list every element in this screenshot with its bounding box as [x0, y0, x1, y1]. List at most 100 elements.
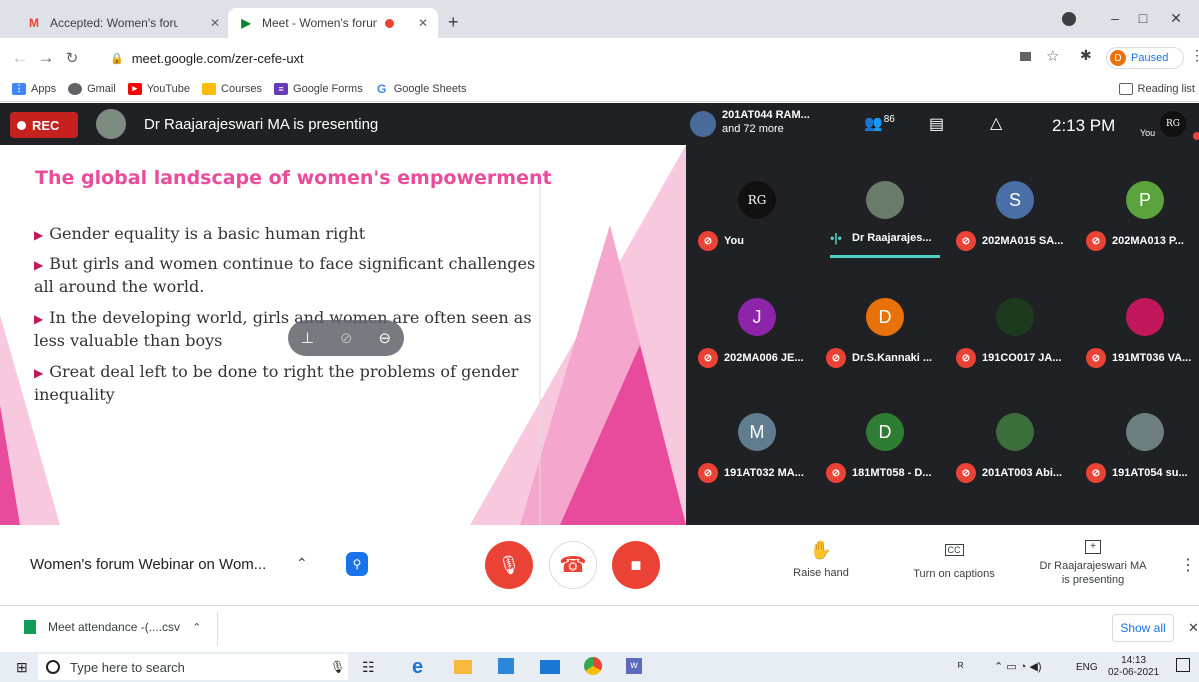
mic-off-icon: ⊘ — [956, 463, 976, 483]
bookmark-star-icon[interactable]: ☆ — [1046, 47, 1059, 65]
chat-icon[interactable]: ▤ — [929, 114, 944, 134]
participant-tile[interactable]: P ⊘ 202MA013 P... — [1080, 173, 1199, 283]
mail-icon[interactable] — [540, 660, 560, 674]
store-icon[interactable] — [498, 658, 514, 674]
participant-label: ⊘ 191CO017 JA... — [956, 348, 1062, 368]
app-icon[interactable]: w — [626, 658, 642, 674]
pin-icon[interactable]: ⊥ — [301, 329, 314, 347]
people-button[interactable]: 👥 86 — [864, 114, 895, 132]
participant-tile[interactable]: •|• Dr Raajarajes... — [820, 173, 948, 283]
bookmark-apps[interactable]: ⋮ Apps — [12, 82, 56, 95]
more-options-icon[interactable]: ⋮ — [1180, 555, 1196, 575]
edge-icon[interactable]: e — [412, 656, 423, 679]
bookmark-gmail[interactable]: Gmail — [68, 82, 116, 95]
mic-off-icon: ⊘ — [1086, 463, 1106, 483]
file-explorer-icon[interactable] — [454, 660, 472, 674]
avatar — [996, 298, 1034, 336]
participant-name: 191AT054 su... — [1112, 467, 1188, 479]
participant-tile[interactable]: D ⊘ 181MT058 - D... — [820, 405, 948, 515]
microphone-icon[interactable]: 🎙 — [330, 660, 345, 674]
tab-gmail[interactable]: M Accepted: Women's forum Webi ✕ — [16, 8, 230, 38]
mute-icon[interactable]: ⊘ — [340, 329, 353, 347]
reload-icon[interactable]: ↻ — [60, 46, 84, 70]
recording-dot-icon — [385, 18, 394, 28]
shield-icon[interactable]: ⚲ — [346, 552, 368, 576]
participant-tile[interactable]: RG ⊘ You — [692, 173, 820, 283]
avatar — [996, 413, 1034, 451]
address-bar[interactable]: 🔒 meet.google.com/zer-cefe-uxt — [110, 44, 1090, 72]
participant-tile[interactable]: ⊘ 191MT036 VA... — [1080, 290, 1199, 400]
presenting-button[interactable]: + Dr Raajarajeswari MA is presenting — [1028, 536, 1158, 586]
participant-tile[interactable]: S ⊘ 202MA015 SA... — [950, 173, 1078, 283]
url-text: meet.google.com/zer-cefe-uxt — [131, 50, 304, 66]
slide-title: The global landscape of women's empowerm… — [35, 167, 552, 189]
language-indicator[interactable]: ENG — [1076, 662, 1098, 673]
extensions-icon[interactable]: ✱ — [1080, 47, 1092, 64]
chrome-icon[interactable] — [584, 657, 602, 675]
camera-icon[interactable] — [1020, 52, 1031, 61]
notifications-icon[interactable] — [1176, 658, 1190, 672]
mic-off-icon: ⊘ — [698, 231, 718, 251]
taskbar-search-box[interactable]: Type here to search — [38, 654, 348, 680]
participant-name: 202MA006 JE... — [724, 352, 804, 364]
bookmark-google-forms[interactable]: ≡ Google Forms — [274, 82, 363, 95]
meeting-title[interactable]: Women's forum Webinar on Wom... — [30, 556, 266, 573]
captions-button[interactable]: CC Turn on captions — [904, 540, 1004, 580]
bookmark-youtube[interactable]: ▸ YouTube — [127, 82, 190, 95]
forward-icon[interactable]: → — [34, 46, 58, 70]
show-all-button[interactable]: Show all — [1112, 614, 1174, 642]
participant-name: 191MT036 VA... — [1112, 352, 1192, 364]
chevron-up-icon[interactable]: ⌃ — [296, 555, 308, 572]
active-speaker-bar — [830, 255, 940, 258]
participant-label: •|• Dr Raajarajes... — [826, 231, 931, 245]
tab-meet[interactable]: ▶ Meet - Women's forum Web ✕ — [228, 8, 438, 38]
captions-icon: CC — [944, 544, 964, 556]
taskbar-clock[interactable]: 14:13 02-06-2021 — [1108, 655, 1159, 679]
camera-off-icon: ■ — [630, 554, 642, 575]
participant-label: ⊘ You — [698, 231, 744, 251]
recording-badge: REC — [10, 112, 78, 138]
mic-off-icon: ⊘ — [956, 348, 976, 368]
close-tab-icon[interactable]: ✕ — [210, 16, 220, 30]
participants-preview[interactable]: 201AT044 RAM... and 72 more — [722, 108, 810, 136]
presenter-text: Dr Raajarajeswari MA is presenting — [144, 116, 379, 133]
camera-button[interactable]: ■ — [612, 541, 660, 589]
participant-tile[interactable]: ⊘ 191AT054 su... — [1080, 405, 1199, 515]
reading-list-icon — [1118, 82, 1133, 95]
tray-icons[interactable]: ⌃ ▭ ◔ ◀) — [994, 660, 1042, 673]
new-tab-button[interactable]: + — [448, 12, 459, 33]
leave-call-button[interactable]: ☎ — [549, 541, 597, 589]
menu-icon[interactable]: ⋮ — [1190, 47, 1199, 64]
people-tray-icon[interactable]: ᴿ — [958, 660, 963, 674]
back-icon[interactable]: ← — [8, 46, 32, 70]
profile-button[interactable]: D Paused — [1106, 47, 1184, 69]
avatar — [1126, 413, 1164, 451]
bookmark-google-sheets[interactable]: G Google Sheets — [374, 82, 467, 96]
windows-start-icon[interactable]: ⊞ — [16, 659, 28, 676]
participant-tile[interactable]: D ⊘ Dr.S.Kannaki ... — [820, 290, 948, 400]
chevron-up-icon[interactable]: ⌃ — [192, 621, 201, 634]
task-view-icon[interactable]: ☷ — [362, 659, 375, 676]
activities-icon[interactable]: △ — [990, 113, 1002, 133]
remove-icon[interactable]: ⊖ — [378, 329, 391, 347]
tile-overlay-controls[interactable]: ⊥ ⊘ ⊖ — [288, 320, 404, 356]
avatar — [1126, 298, 1164, 336]
download-item[interactable]: Meet attendance -(....csv ⌃ — [24, 620, 201, 634]
participant-tile[interactable]: J ⊘ 202MA006 JE... — [692, 290, 820, 400]
raise-hand-button[interactable]: ✋ Raise hand — [790, 540, 852, 579]
tab-title: Accepted: Women's forum Webi — [50, 16, 178, 30]
close-tab-icon[interactable]: ✕ — [418, 16, 428, 30]
close-window-button[interactable]: ✕ — [1153, 0, 1199, 36]
participant-tile[interactable]: ⊘ 201AT003 Abi... — [950, 405, 1078, 515]
participant-tile[interactable]: ⊘ 191CO017 JA... — [950, 290, 1078, 400]
reading-list-button[interactable]: Reading list — [1118, 82, 1195, 95]
bookmark-courses[interactable]: Courses — [202, 82, 262, 95]
tab-search-icon[interactable] — [1062, 12, 1076, 26]
close-downloads-icon[interactable]: ✕ — [1188, 620, 1199, 636]
participant-name: 191CO017 JA... — [982, 352, 1062, 364]
microphone-button[interactable]: 🎙 — [485, 541, 533, 589]
participant-tile[interactable]: M ⊘ 191AT032 MA... — [692, 405, 820, 515]
avatar: P — [1126, 181, 1164, 219]
participant-label: ⊘ 191AT054 su... — [1086, 463, 1188, 483]
avatar: S — [996, 181, 1034, 219]
